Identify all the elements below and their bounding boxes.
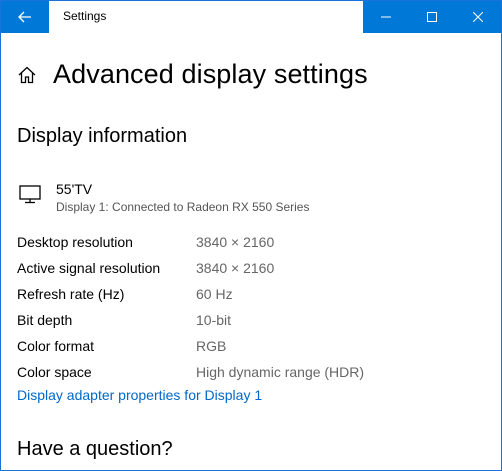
close-icon bbox=[473, 12, 483, 22]
info-value: 3840 × 2160 bbox=[196, 260, 275, 276]
info-label: Color space bbox=[17, 364, 92, 380]
minimize-button[interactable] bbox=[363, 1, 409, 33]
have-a-question-heading: Have a question? bbox=[17, 438, 173, 460]
minimize-icon bbox=[381, 16, 391, 18]
back-arrow-icon bbox=[18, 11, 31, 23]
caption-buttons bbox=[363, 1, 501, 33]
info-row-active-signal-resolution: Active signal resolution 3840 × 2160 bbox=[17, 255, 364, 281]
info-value: 10-bit bbox=[196, 312, 232, 328]
page-title: Advanced display settings bbox=[53, 59, 368, 89]
title-bar: Settings bbox=[1, 1, 501, 33]
info-value: 60 Hz bbox=[196, 286, 233, 302]
display-info-table: Desktop resolution 3840 × 2160 Active si… bbox=[17, 229, 364, 385]
info-value: RGB bbox=[196, 338, 227, 354]
close-button[interactable] bbox=[455, 1, 501, 33]
monitor-icon bbox=[19, 185, 41, 204]
info-row-bit-depth: Bit depth 10-bit bbox=[17, 307, 364, 333]
monitor-text: 55'TV Display 1: Connected to Radeon RX … bbox=[56, 181, 309, 214]
info-label: Color format bbox=[17, 338, 95, 354]
display-adapter-properties-link[interactable]: Display adapter properties for Display 1 bbox=[17, 387, 262, 403]
info-label: Active signal resolution bbox=[17, 260, 161, 276]
info-row-desktop-resolution: Desktop resolution 3840 × 2160 bbox=[17, 229, 364, 255]
monitor-entry: 55'TV Display 1: Connected to Radeon RX … bbox=[19, 181, 309, 214]
maximize-icon bbox=[427, 12, 437, 22]
settings-content: Advanced display settings Display inform… bbox=[1, 33, 501, 470]
info-value: 3840 × 2160 bbox=[196, 234, 275, 250]
maximize-button[interactable] bbox=[409, 1, 455, 33]
window-title: Settings bbox=[63, 9, 107, 23]
back-button[interactable] bbox=[1, 1, 49, 33]
info-row-refresh-rate: Refresh rate (Hz) 60 Hz bbox=[17, 281, 364, 307]
monitor-description: Display 1: Connected to Radeon RX 550 Se… bbox=[56, 200, 310, 214]
page-header: Advanced display settings bbox=[17, 59, 368, 90]
info-label: Bit depth bbox=[17, 312, 73, 328]
info-value: High dynamic range (HDR) bbox=[196, 364, 365, 380]
info-row-color-space: Color space High dynamic range (HDR) bbox=[17, 359, 364, 385]
info-row-color-format: Color format RGB bbox=[17, 333, 364, 359]
settings-window: Settings Advanced display settings Displ… bbox=[0, 0, 502, 471]
display-information-heading: Display information bbox=[17, 125, 188, 147]
info-label: Desktop resolution bbox=[17, 234, 133, 250]
info-label: Refresh rate (Hz) bbox=[17, 286, 125, 302]
monitor-name: 55'TV bbox=[56, 181, 93, 197]
home-icon[interactable] bbox=[17, 65, 37, 85]
